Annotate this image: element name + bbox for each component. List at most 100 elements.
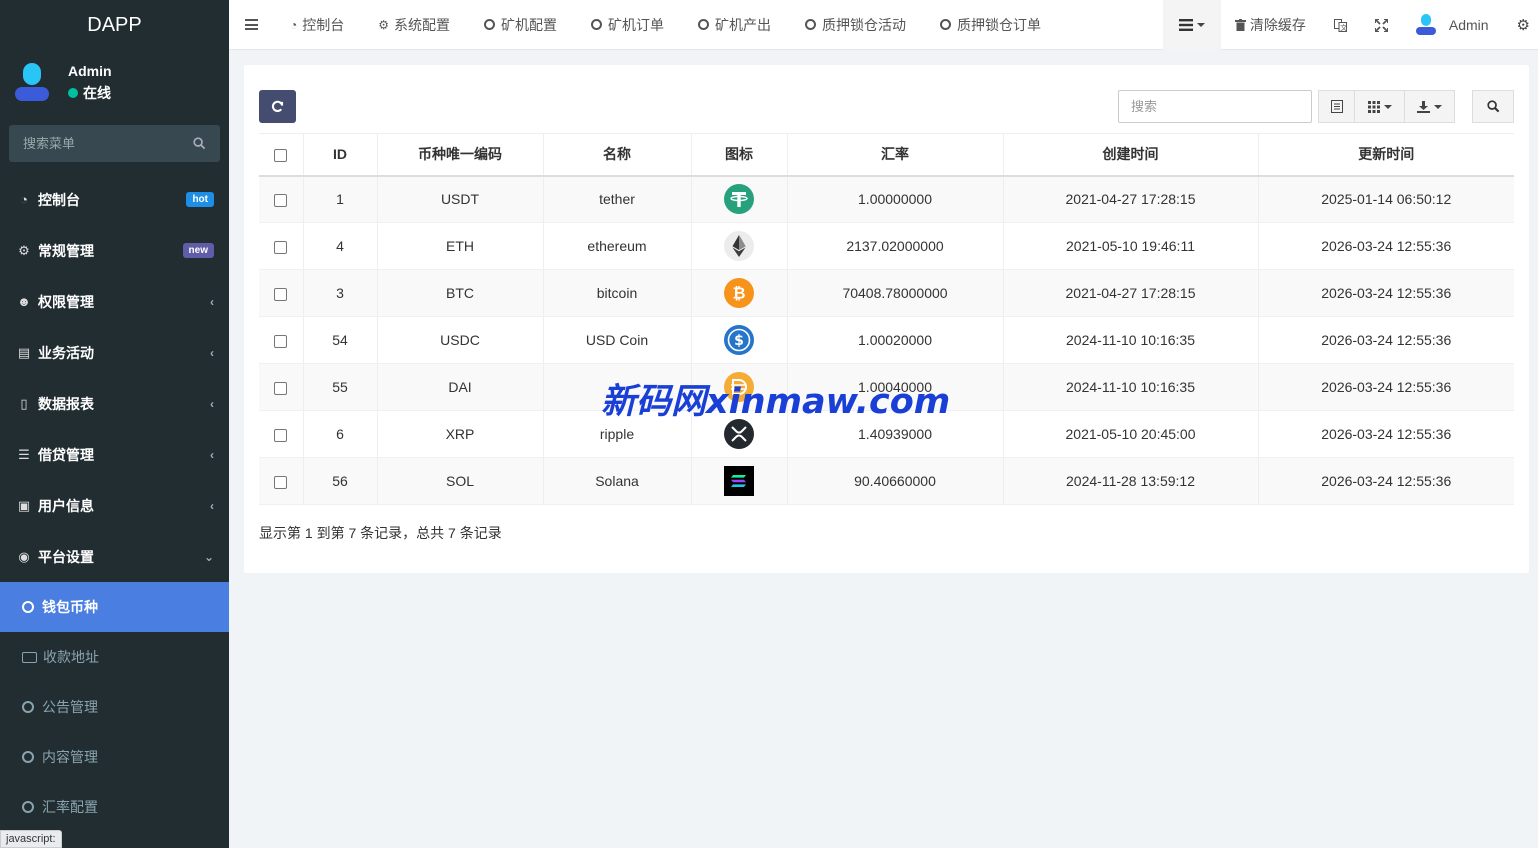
usdc-icon: $ (724, 325, 754, 355)
user-status: 在线 (68, 83, 112, 103)
sidebar-search (9, 125, 220, 162)
platform-submenu: 钱包币种 收款地址 公告管理 内容管理 汇率配置 (0, 582, 229, 832)
toggle-view-button[interactable] (1318, 90, 1355, 123)
circle-icon (22, 701, 34, 713)
row-checkbox[interactable] (274, 194, 288, 208)
search-icon (1486, 100, 1499, 113)
cell-name: Solana (543, 457, 692, 505)
expand-icon (1374, 18, 1388, 32)
row-checkbox[interactable] (274, 475, 288, 489)
cell-code: XRP (377, 410, 544, 458)
row-checkbox[interactable] (274, 381, 288, 395)
id-card-icon (22, 651, 37, 663)
column-header-icon[interactable]: 图标 (691, 133, 788, 177)
cell-updated: 2026-03-24 12:55:36 (1258, 363, 1514, 411)
cell-id: 1 (303, 175, 378, 223)
table-search-input[interactable] (1118, 90, 1312, 123)
brand-logo[interactable]: DAPP (0, 0, 229, 50)
settings-button[interactable]: ⚙ (1503, 0, 1538, 50)
column-header-rate[interactable]: 汇率 (787, 133, 1004, 177)
cell-id: 4 (303, 222, 378, 270)
tab-dashboard[interactable]: ◔ 控制台 (273, 0, 361, 50)
column-header-id[interactable]: ID (303, 133, 378, 177)
sidebar-item-business[interactable]: ▤ 业务活动 ‹ (0, 327, 229, 378)
sidebar-item-platform[interactable]: ◉ 平台设置 ⌄ (0, 531, 229, 582)
sidebar-item-rate-config[interactable]: 汇率配置 (0, 782, 229, 832)
sidebar-item-notices[interactable]: 公告管理 (0, 682, 229, 732)
tabs-menu-button[interactable] (1162, 0, 1221, 50)
cell-updated: 2026-03-24 12:55:36 (1258, 457, 1514, 505)
cell-id: 56 (303, 457, 378, 505)
tab-staking-activity[interactable]: 质押锁仓活动 (788, 0, 923, 50)
table-row[interactable]: 4 ETH ethereum 2137.02000000 2021-05-10 … (259, 222, 1514, 270)
cell-updated: 2026-03-24 12:55:36 (1258, 410, 1514, 458)
avatar (14, 62, 50, 103)
list-icon (1178, 19, 1193, 31)
sidebar-item-users[interactable]: ▣ 用户信息 ‹ (0, 480, 229, 531)
columns-button[interactable] (1355, 90, 1405, 123)
column-header-name[interactable]: 名称 (543, 133, 692, 177)
sidebar-item-dashboard[interactable]: ◔ 控制台 hot (0, 174, 229, 225)
row-checkbox[interactable] (274, 334, 288, 348)
row-checkbox[interactable] (274, 287, 288, 301)
top-nav: ◔ 控制台 ⚙ 系统配置 矿机配置 矿机订单 矿机产出 质押锁仓活动 质押锁仓订单 … (229, 0, 1538, 50)
column-header-code[interactable]: 币种唯一编码 (377, 133, 544, 177)
cell-created: 2021-05-10 19:46:11 (1003, 222, 1259, 270)
row-checkbox[interactable] (274, 240, 288, 254)
cell-name: bitcoin (543, 269, 692, 317)
caret-down-icon (1196, 23, 1205, 27)
language-button[interactable]: 文 (1320, 0, 1361, 50)
circle-icon (940, 19, 952, 30)
chevron-left-icon: ‹ (210, 498, 214, 513)
search-button[interactable] (1472, 90, 1514, 123)
column-header-created[interactable]: 创建时间 (1003, 133, 1259, 177)
eth-icon (724, 231, 754, 261)
select-all-cell (259, 133, 304, 177)
sidebar-item-reports[interactable]: ▯ 数据报表 ‹ (0, 378, 229, 429)
sidebar-item-wallet-coins[interactable]: 钱包币种 (0, 582, 229, 632)
tab-miner-output[interactable]: 矿机产出 (681, 0, 788, 50)
export-button[interactable] (1405, 90, 1455, 123)
table-row[interactable]: 1 USDT tether 1.00000000 2021-04-27 17:2… (259, 175, 1514, 223)
column-header-updated[interactable]: 更新时间 (1258, 133, 1514, 177)
sidebar-search-input[interactable] (23, 136, 173, 151)
sidebar: DAPP Admin 在线 ◔ 控制台 hot ⚙ 常规管理 new ☻ 权限管… (0, 0, 229, 848)
clear-cache-button[interactable]: 清除缓存 (1221, 0, 1320, 50)
table-row[interactable]: 3 BTC bitcoin ₿ 70408.78000000 2021-04-2… (259, 269, 1514, 317)
nav-right: 清除缓存 文 Admin ⚙ (1162, 0, 1538, 50)
avatar (1415, 14, 1436, 36)
tab-miner-orders[interactable]: 矿机订单 (574, 0, 681, 50)
sidebar-item-loans[interactable]: ☰ 借贷管理 ‹ (0, 429, 229, 480)
cogs-icon: ⚙ (1516, 17, 1530, 34)
sidebar-item-content[interactable]: 内容管理 (0, 732, 229, 782)
btc-icon: ₿ (724, 278, 754, 308)
search-icon[interactable] (193, 137, 206, 150)
table-row[interactable]: 56 SOL Solana 90.40660000 2024-11-28 13:… (259, 457, 1514, 505)
status-bar: javascript: (0, 830, 62, 848)
tab-miner-config[interactable]: 矿机配置 (467, 0, 574, 50)
row-checkbox[interactable] (274, 428, 288, 442)
cell-name: tether (543, 175, 692, 223)
sidebar-toggle-button[interactable] (229, 0, 273, 50)
svg-text:文: 文 (1340, 23, 1347, 32)
sidebar-item-auth[interactable]: ☻ 权限管理 ‹ (0, 276, 229, 327)
cell-updated: 2026-03-24 12:55:36 (1258, 269, 1514, 317)
dot-circle-icon: ◉ (18, 548, 30, 564)
cogs-icon: ⚙ (18, 242, 30, 258)
tab-system-config[interactable]: ⚙ 系统配置 (361, 0, 467, 50)
list-view-icon (1330, 100, 1343, 113)
download-icon (1417, 100, 1430, 113)
fullscreen-button[interactable] (1361, 0, 1402, 50)
sidebar-item-general[interactable]: ⚙ 常规管理 new (0, 225, 229, 276)
cell-updated: 2025-01-14 06:50:12 (1258, 175, 1514, 223)
tab-staking-orders[interactable]: 质押锁仓订单 (923, 0, 1058, 50)
contact-icon: ▣ (17, 497, 31, 513)
sidebar-item-receive-address[interactable]: 收款地址 (0, 632, 229, 682)
refresh-button[interactable] (259, 90, 296, 123)
circle-icon (22, 601, 34, 613)
admin-user-menu[interactable]: Admin (1402, 0, 1503, 50)
chevron-down-icon: ⌄ (203, 549, 214, 564)
table-row[interactable]: 54 USDC USD Coin $ 1.00020000 2024-11-10… (259, 316, 1514, 364)
select-all-checkbox[interactable] (274, 149, 288, 163)
sidebar-menu: ◔ 控制台 hot ⚙ 常规管理 new ☻ 权限管理 ‹ ▤ 业务活动 ‹ ▯… (0, 174, 229, 832)
